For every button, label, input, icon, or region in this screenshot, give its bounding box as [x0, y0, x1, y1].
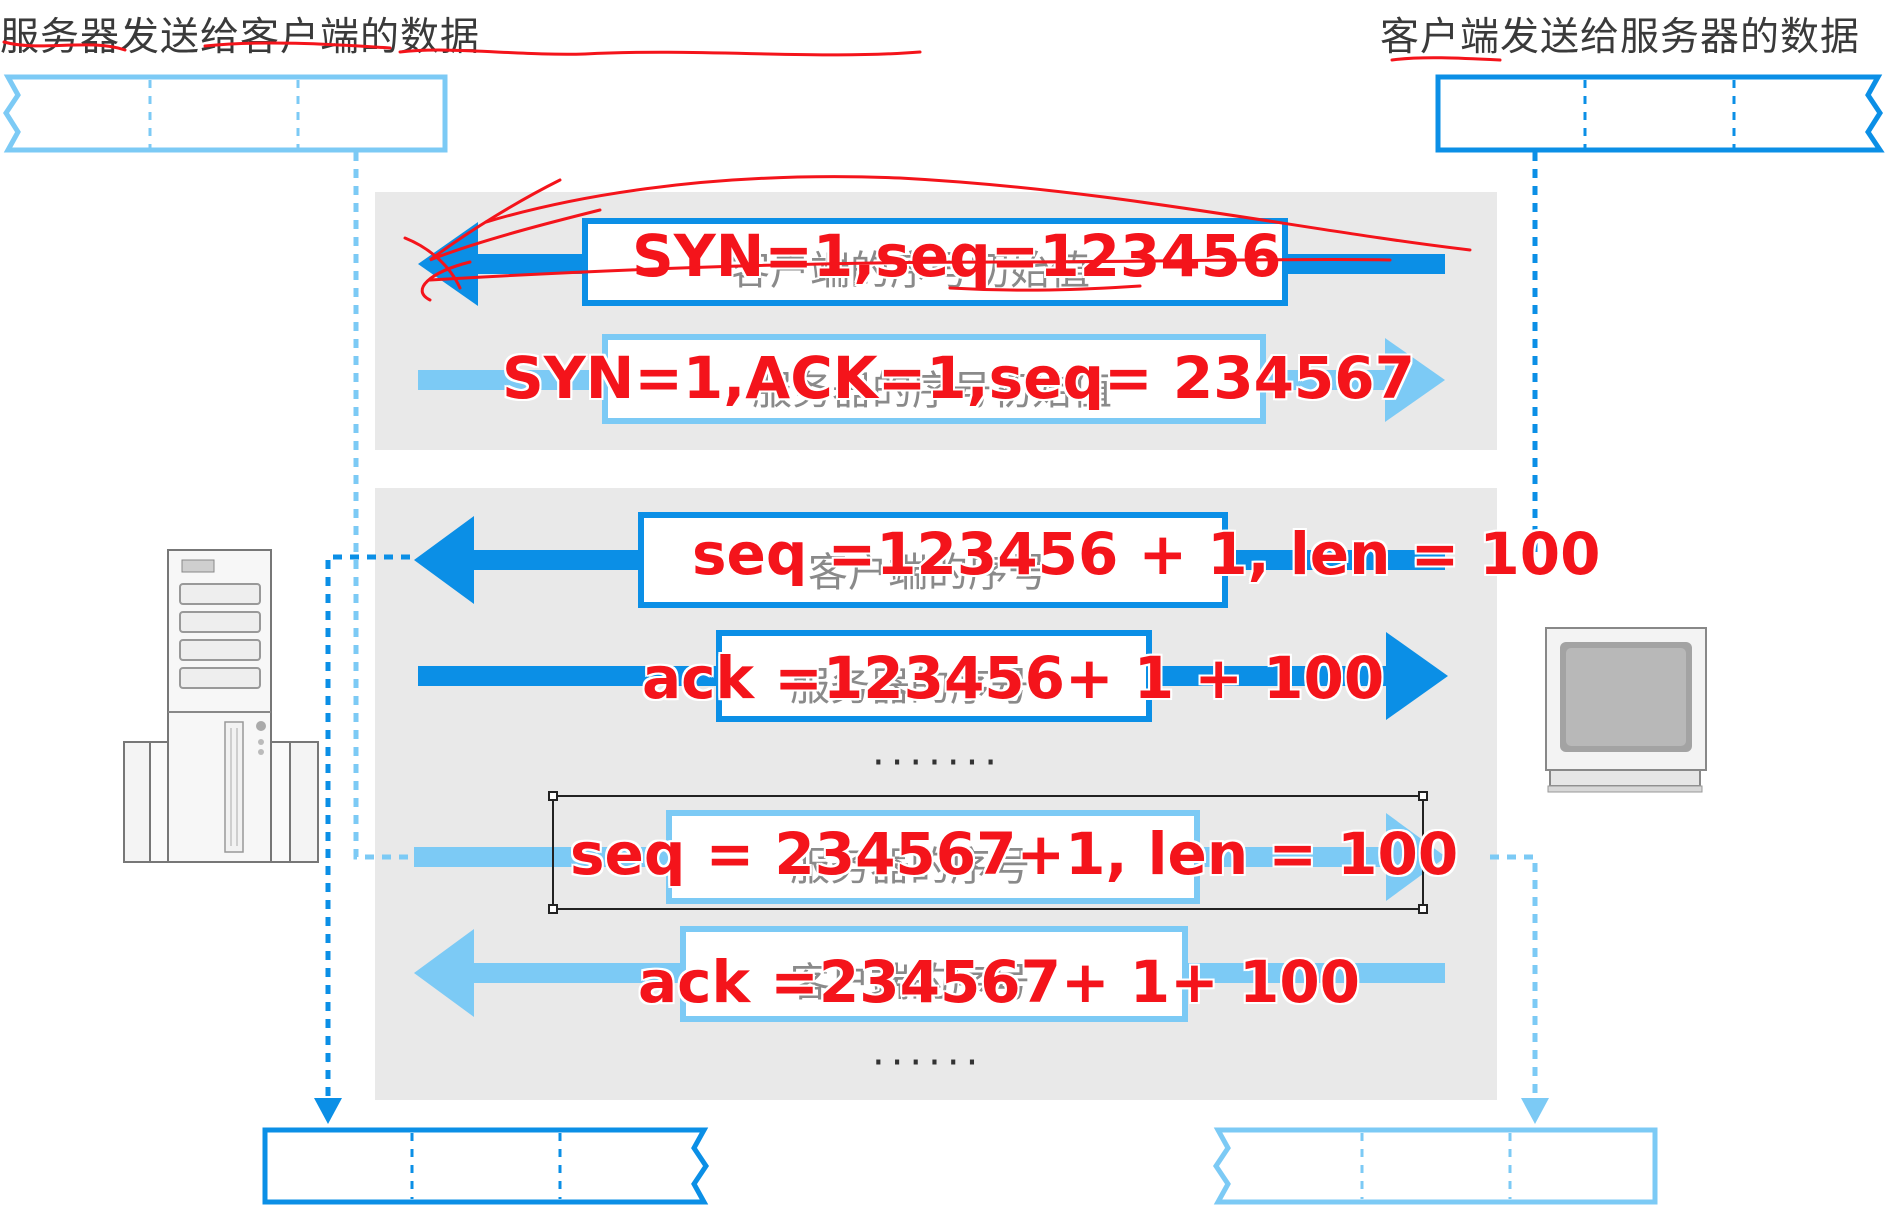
pen-strokes	[2, 40, 1502, 302]
